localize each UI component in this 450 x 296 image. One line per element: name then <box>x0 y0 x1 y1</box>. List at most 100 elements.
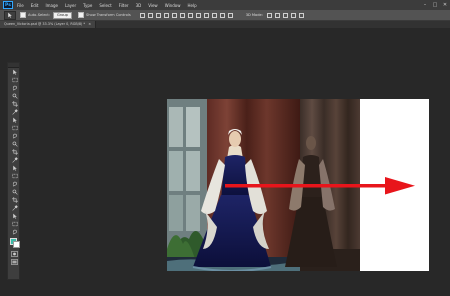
auto-select-checkbox[interactable] <box>20 12 26 18</box>
history-brush-tool[interactable] <box>8 140 21 148</box>
menu-3d[interactable]: 3D <box>136 3 142 8</box>
distribute-top-icon[interactable] <box>187 12 193 18</box>
distribute-right-icon[interactable] <box>227 12 233 18</box>
type-tool[interactable] <box>8 188 21 196</box>
align-top-icon[interactable] <box>139 12 145 18</box>
blur-tool[interactable] <box>8 164 21 172</box>
move-tool-icon <box>8 12 12 18</box>
background-color-swatch[interactable] <box>13 241 20 248</box>
path-selection-tool-icon <box>11 197 18 203</box>
canvas-image <box>167 99 429 271</box>
pen-tool-icon <box>12 181 17 187</box>
zoom-tool-icon <box>11 221 18 227</box>
blur-tool-icon <box>12 165 17 171</box>
zoom-tool[interactable] <box>8 220 21 228</box>
menu-window[interactable]: Window <box>165 3 181 8</box>
show-transform-label: Show Transform Controls <box>85 13 131 17</box>
screen-mode-button[interactable] <box>8 258 21 266</box>
document-tab-close-icon[interactable]: × <box>88 22 91 26</box>
menu-layer[interactable]: Layer <box>65 3 76 8</box>
edit-toolbar-icon <box>12 229 17 235</box>
document-tab-label: Queen_Victoria.psd @ 33.3% (Layer 0, RGB… <box>4 22 86 26</box>
distribute-vcenter-icon[interactable] <box>195 12 201 18</box>
3d-scale-icon[interactable] <box>298 12 304 18</box>
gradient-tool[interactable] <box>8 156 21 164</box>
type-tool-icon <box>12 189 18 195</box>
move-tool-icon <box>12 69 17 75</box>
align-buttons <box>139 12 236 18</box>
path-selection-tool[interactable] <box>8 196 21 204</box>
quick-selection-tool[interactable] <box>8 92 21 100</box>
3d-roll-icon[interactable] <box>274 12 280 18</box>
screen-mode-icon <box>10 259 18 265</box>
crop-tool[interactable] <box>8 100 21 108</box>
maximize-button[interactable]: □ <box>430 0 440 10</box>
clone-stamp-tool[interactable] <box>8 132 21 140</box>
photoshop-logo: Ps <box>3 1 13 9</box>
menu-view[interactable]: View <box>148 3 158 8</box>
rectangle-tool[interactable] <box>8 204 21 212</box>
eraser-tool-icon <box>11 149 18 155</box>
show-transform-checkbox[interactable] <box>77 12 84 18</box>
hand-tool-icon <box>12 213 17 219</box>
lasso-tool[interactable] <box>8 84 21 92</box>
gradient-tool-icon <box>11 157 18 163</box>
menu-bar: Ps File Edit Image Layer Type Select Fil… <box>0 0 450 10</box>
spot-healing-tool-icon <box>12 117 17 123</box>
distribute-left-icon[interactable] <box>211 12 217 18</box>
move-tool[interactable] <box>8 68 21 76</box>
3d-rotate-icon[interactable] <box>266 12 272 18</box>
hand-tool[interactable] <box>8 212 21 220</box>
dodge-tool-icon <box>11 173 18 179</box>
auto-select-dropdown[interactable]: Group <box>53 11 72 19</box>
marquee-tool-icon <box>11 77 18 83</box>
brush-tool[interactable] <box>8 124 21 132</box>
options-bar: Auto-Select: Group Show Transform Contro… <box>0 10 450 21</box>
window-controls: – □ ✕ <box>420 0 450 10</box>
align-bottom-icon[interactable] <box>155 12 161 18</box>
auto-select-label: Auto-Select: <box>28 13 51 17</box>
menu-edit[interactable]: Edit <box>31 3 39 8</box>
3d-slide-icon[interactable] <box>290 12 296 18</box>
menu-file[interactable]: File <box>17 3 24 8</box>
quick-selection-tool-icon <box>12 93 18 99</box>
align-right-icon[interactable] <box>179 12 185 18</box>
eyedropper-tool[interactable] <box>8 108 21 116</box>
color-swatches <box>8 236 20 250</box>
menu-select[interactable]: Select <box>99 3 111 8</box>
menu-filter[interactable]: Filter <box>119 3 129 8</box>
tool-preset-picker[interactable] <box>4 10 16 20</box>
3d-mode-buttons <box>266 12 307 18</box>
minimize-button[interactable]: – <box>420 0 430 10</box>
document-tab-bar: Queen_Victoria.psd @ 33.3% (Layer 0, RGB… <box>0 21 450 28</box>
brush-tool-icon <box>11 125 18 131</box>
rectangle-tool-icon <box>11 205 18 211</box>
3d-mode-label: 3D Mode: <box>245 13 263 17</box>
document-tab[interactable]: Queen_Victoria.psd @ 33.3% (Layer 0, RGB… <box>0 21 97 28</box>
clone-stamp-tool-icon <box>12 133 17 139</box>
distribute-bottom-icon[interactable] <box>203 12 209 18</box>
crop-tool-icon <box>11 101 18 107</box>
3d-pan-icon[interactable] <box>282 12 288 18</box>
edit-toolbar[interactable] <box>8 228 21 236</box>
quick-mask-icon <box>10 251 18 257</box>
eraser-tool[interactable] <box>8 148 21 156</box>
eyedropper-tool-icon <box>11 109 18 115</box>
spot-healing-tool[interactable] <box>8 116 21 124</box>
align-vcenter-icon[interactable] <box>147 12 153 18</box>
menu-help[interactable]: Help <box>187 3 196 8</box>
align-hcenter-icon[interactable] <box>171 12 177 18</box>
marquee-tool[interactable] <box>8 76 21 84</box>
tools-panel <box>7 62 20 280</box>
document-canvas[interactable] <box>167 99 429 271</box>
distribute-hcenter-icon[interactable] <box>219 12 225 18</box>
menu-type[interactable]: Type <box>83 3 92 8</box>
close-button[interactable]: ✕ <box>440 0 450 10</box>
align-left-icon[interactable] <box>163 12 169 18</box>
history-brush-tool-icon <box>12 141 18 147</box>
lasso-tool-icon <box>12 85 17 91</box>
dodge-tool[interactable] <box>8 172 21 180</box>
quick-mask-button[interactable] <box>8 250 21 258</box>
menu-image[interactable]: Image <box>45 3 58 8</box>
pen-tool[interactable] <box>8 180 21 188</box>
